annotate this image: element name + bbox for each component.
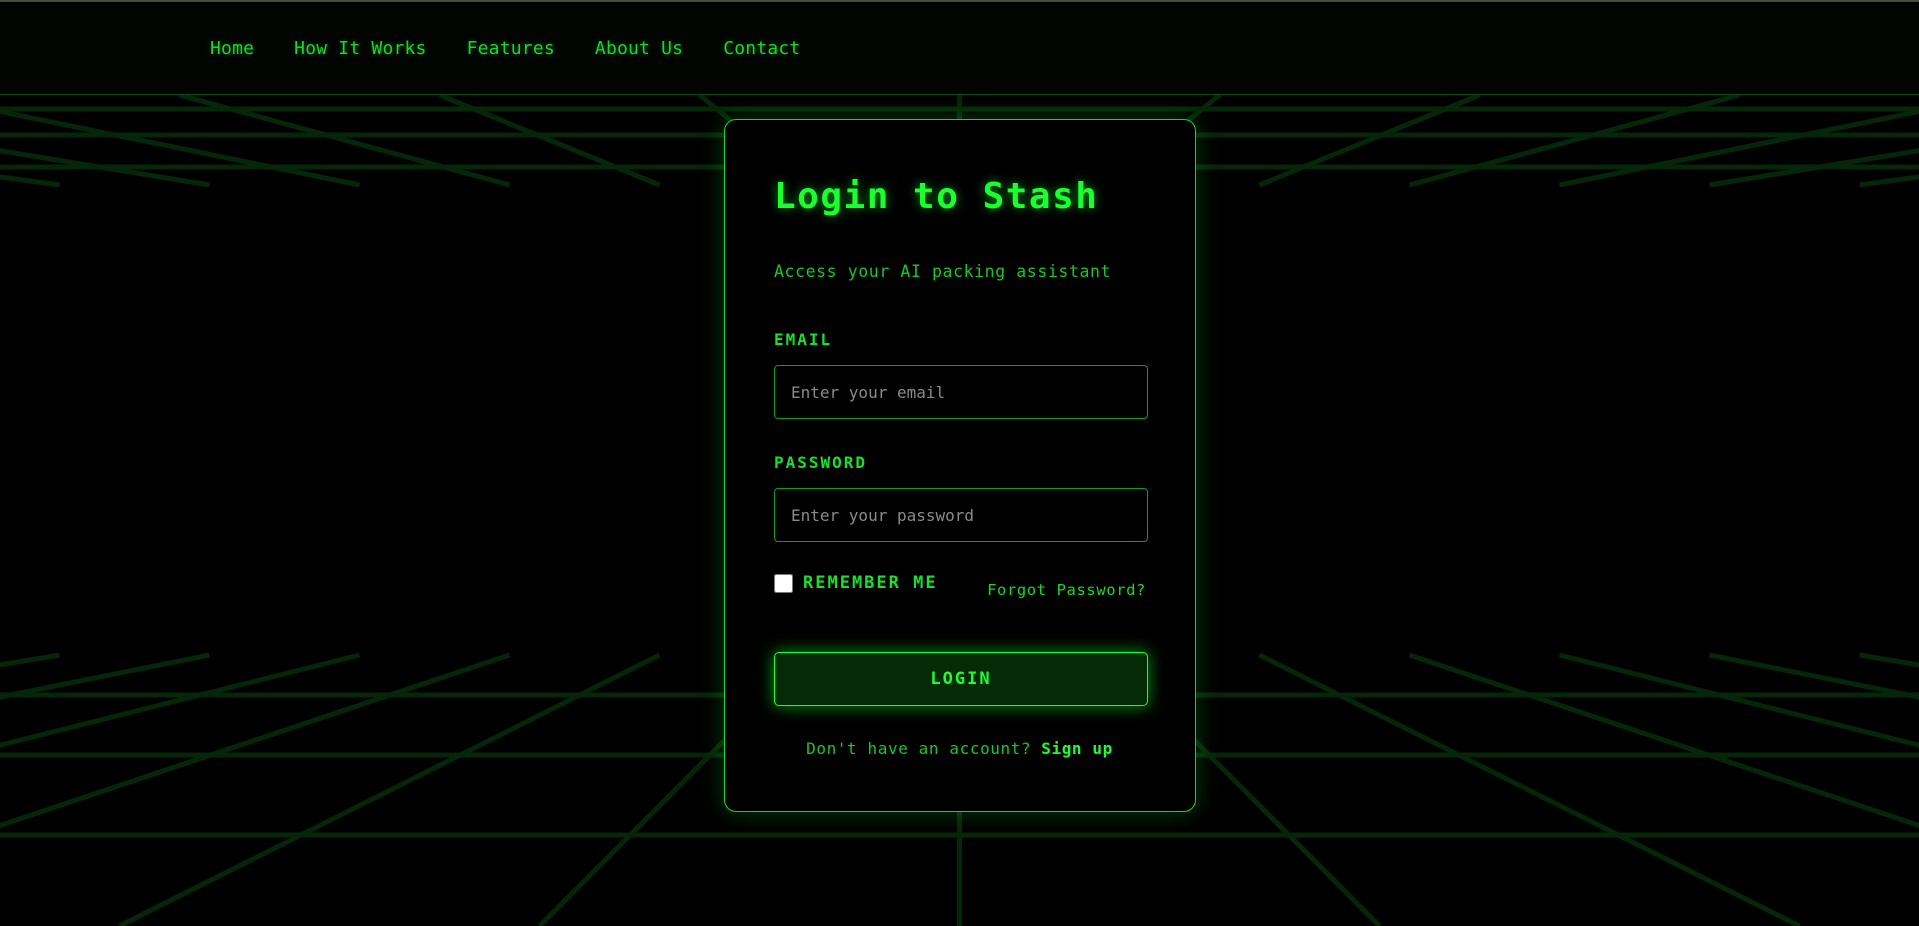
signup-link[interactable]: Sign up <box>1041 739 1113 758</box>
forgot-password-link[interactable]: Forgot Password? <box>987 581 1146 599</box>
password-label: PASSWORD <box>774 453 868 472</box>
login-button[interactable]: LOGIN <box>774 652 1148 706</box>
nav-item-contact[interactable]: Contact <box>723 38 800 59</box>
top-navbar: Home How It Works Features About Us Cont… <box>0 2 1919 95</box>
nav-links: Home How It Works Features About Us Cont… <box>210 38 800 59</box>
signup-prompt: Don't have an account? <box>806 739 1032 758</box>
remember-me-label[interactable]: REMEMBER ME <box>803 573 938 593</box>
nav-item-about-us[interactable]: About Us <box>595 38 683 59</box>
login-page: Home How It Works Features About Us Cont… <box>0 0 1919 926</box>
email-field[interactable] <box>774 365 1148 419</box>
login-title: Login to Stash <box>774 176 1099 217</box>
remember-me-checkbox[interactable] <box>774 573 793 593</box>
nav-item-home[interactable]: Home <box>210 38 254 59</box>
signup-row: Don't have an account? Sign up <box>725 739 1194 758</box>
email-label: EMAIL <box>774 330 833 349</box>
login-card: Login to Stash Access your AI packing as… <box>724 119 1196 812</box>
remember-me-row: REMEMBER ME <box>774 573 938 593</box>
password-field[interactable] <box>774 488 1148 542</box>
login-subtitle: Access your AI packing assistant <box>774 262 1112 281</box>
nav-item-how-it-works[interactable]: How It Works <box>294 38 426 59</box>
nav-item-features[interactable]: Features <box>467 38 555 59</box>
